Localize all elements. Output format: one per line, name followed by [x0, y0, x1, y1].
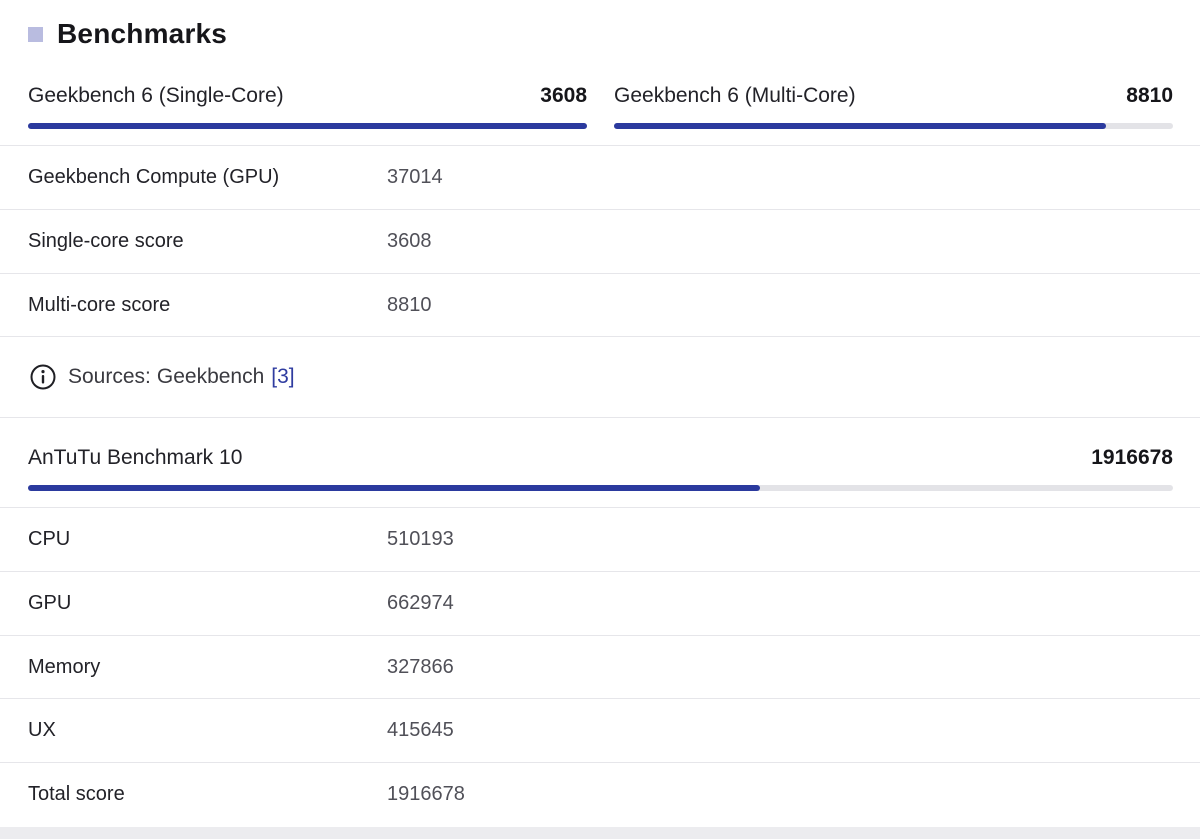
row-value: 662974 [387, 592, 454, 614]
geekbench-single-core-bar: Geekbench 6 (Single-Core) 3608 [28, 81, 587, 129]
row-label: Geekbench Compute (GPU) [28, 166, 280, 188]
geekbench-single-core-fill [28, 123, 587, 129]
sources-line: Sources: Geekbench [3] [30, 362, 295, 392]
antutu-track [28, 485, 1173, 491]
row-value: 3608 [387, 230, 432, 252]
geekbench-multi-core-fill [614, 123, 1106, 129]
sources-name: Geekbench [156, 365, 265, 388]
row-label: CPU [28, 528, 71, 550]
geekbench-single-core-label: Geekbench 6 (Single-Core) [28, 84, 284, 107]
row-label: Multi-core score [28, 294, 171, 316]
benchmarks-panel: Benchmarks Geekbench 6 (Single-Core) 360… [0, 0, 1200, 839]
table-row: UX 415645 [0, 699, 1200, 762]
table-row: Single-core score 3608 [0, 210, 1200, 273]
row-label: Memory [28, 656, 101, 678]
info-icon [30, 364, 56, 390]
row-value: 327866 [387, 656, 454, 678]
section-header: Benchmarks [28, 16, 227, 52]
table-row: Total score 1916678 [0, 763, 1200, 826]
antutu-bar: AnTuTu Benchmark 10 1916678 [28, 443, 1173, 491]
geekbench-multi-core-bar: Geekbench 6 (Multi-Core) 8810 [614, 81, 1173, 129]
table-row: GPU 662974 [0, 572, 1200, 635]
row-label: Total score [28, 783, 125, 805]
divider [0, 336, 1200, 337]
row-value: 8810 [387, 294, 432, 316]
row-value: 510193 [387, 528, 454, 550]
row-label: GPU [28, 592, 72, 614]
row-value: 37014 [387, 166, 443, 188]
geekbench-multi-core-label: Geekbench 6 (Multi-Core) [614, 84, 856, 107]
source-reference-link[interactable]: [3] [271, 365, 294, 389]
row-value: 415645 [387, 719, 454, 741]
table-row: Geekbench Compute (GPU) 37014 [0, 146, 1200, 209]
row-value: 1916678 [387, 783, 465, 805]
row-label: Single-core score [28, 230, 184, 252]
geekbench-single-core-track [28, 123, 587, 129]
antutu-label: AnTuTu Benchmark 10 [28, 446, 243, 469]
geekbench-multi-core-value: 8810 [1126, 84, 1173, 107]
section-title: Benchmarks [57, 18, 228, 49]
table-row: Multi-core score 8810 [0, 274, 1200, 337]
antutu-value: 1916678 [1091, 446, 1173, 469]
sources-prefix: Sources: [68, 365, 151, 388]
table-row: Memory 327866 [0, 636, 1200, 699]
geekbench-single-core-value: 3608 [540, 84, 587, 107]
bottom-edge-strip [0, 827, 1200, 839]
divider [0, 417, 1200, 418]
table-row: CPU 510193 [0, 508, 1200, 571]
section-accent-square [28, 26, 43, 42]
geekbench-multi-core-track [614, 123, 1173, 129]
antutu-fill [28, 485, 760, 491]
row-label: UX [28, 719, 56, 741]
